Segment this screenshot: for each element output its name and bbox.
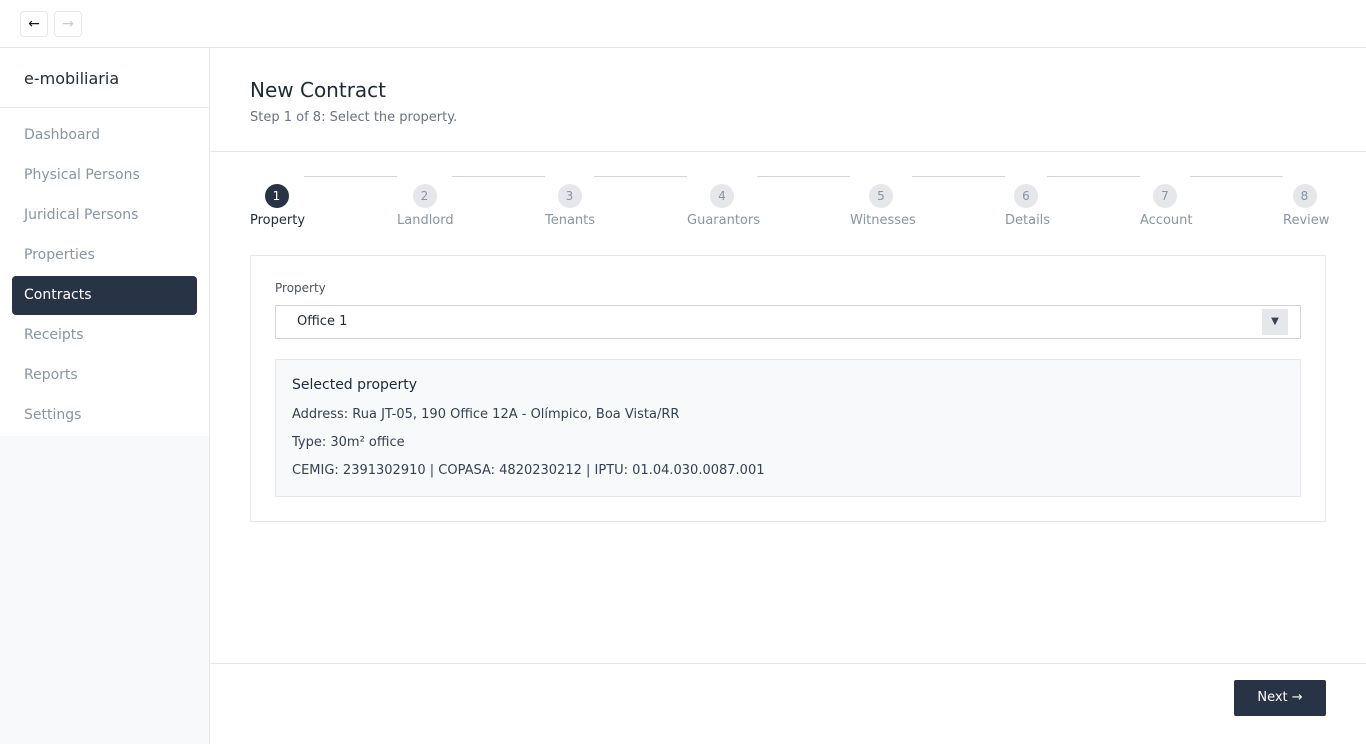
browser-toolbar: ← →: [0, 0, 1366, 48]
step-label: Witnesses: [850, 213, 916, 228]
selected-property-title: Selected property: [292, 377, 418, 393]
step-label: Review: [1283, 213, 1330, 228]
step-connector: [757, 176, 850, 177]
page-header: New Contract Step 1 of 8: Select the pro…: [210, 48, 1366, 152]
property-address: Address: Rua JT-05, 190 Office 12A - Olí…: [292, 407, 680, 422]
step-witnesses[interactable]: 5 Witnesses: [850, 184, 916, 228]
sidebar-item-dashboard[interactable]: Dashboard: [12, 116, 197, 155]
step-label: Property: [250, 213, 306, 228]
step-connector: [594, 176, 687, 177]
sidebar-item-contracts[interactable]: Contracts: [12, 276, 197, 315]
property-field-label: Property: [275, 281, 326, 295]
page-subtitle: Step 1 of 8: Select the property.: [250, 110, 458, 125]
step-number: 5: [869, 184, 893, 208]
app-brand: e-mobiliaria: [24, 69, 120, 88]
step-details[interactable]: 6 Details: [1005, 184, 1051, 228]
back-arrow-icon[interactable]: ←: [20, 11, 48, 37]
sidebar-item-reports[interactable]: Reports: [12, 356, 197, 395]
sidebar-item-settings[interactable]: Settings: [12, 396, 197, 435]
step-account[interactable]: 7 Account: [1140, 184, 1193, 228]
step-review[interactable]: 8 Review: [1283, 184, 1330, 228]
sidebar-item-receipts[interactable]: Receipts: [12, 316, 197, 355]
main-content: New Contract Step 1 of 8: Select the pro…: [210, 48, 1366, 744]
sidebar-item-properties[interactable]: Properties: [12, 236, 197, 275]
selected-property-panel: Selected property Address: Rua JT-05, 19…: [275, 359, 1301, 497]
step-number: 1: [264, 184, 289, 208]
sidebar-menu: Dashboard Physical Persons Juridical Per…: [12, 116, 197, 436]
divider: [0, 107, 209, 108]
property-card: Property Office 1 ▼ Selected property Ad…: [250, 255, 1326, 522]
sidebar-panel: e-mobiliaria Dashboard Physical Persons …: [0, 48, 209, 436]
step-guarantors[interactable]: 4 Guarantors: [687, 184, 760, 228]
sidebar: e-mobiliaria Dashboard Physical Persons …: [0, 48, 210, 744]
step-label: Guarantors: [687, 213, 760, 228]
property-select-value: Office 1: [297, 314, 348, 329]
step-label: Details: [1005, 213, 1051, 228]
wizard-footer: Next →: [210, 663, 1366, 744]
forward-arrow-icon[interactable]: →: [54, 11, 82, 37]
step-number: 7: [1153, 184, 1177, 208]
property-select[interactable]: Office 1 ▼: [275, 305, 1301, 339]
property-type: Type: 30m² office: [292, 435, 405, 450]
step-label: Landlord: [397, 213, 454, 228]
step-label: Account: [1140, 213, 1193, 228]
step-number: 4: [710, 184, 734, 208]
sidebar-item-juridical-persons[interactable]: Juridical Persons: [12, 196, 197, 235]
property-utility-ids: CEMIG: 2391302910 | COPASA: 4820230212 |…: [292, 463, 765, 478]
chevron-down-icon[interactable]: ▼: [1262, 309, 1288, 335]
step-label: Tenants: [545, 213, 596, 228]
sidebar-item-physical-persons[interactable]: Physical Persons: [12, 156, 197, 195]
step-tenants[interactable]: 3 Tenants: [545, 184, 596, 228]
step-landlord[interactable]: 2 Landlord: [397, 184, 454, 228]
step-connector: [1190, 176, 1283, 177]
step-number: 8: [1292, 184, 1317, 208]
next-button[interactable]: Next →: [1234, 680, 1326, 716]
step-number: 6: [1014, 184, 1038, 208]
step-connector: [304, 176, 397, 177]
page-title: New Contract: [250, 78, 387, 102]
step-property[interactable]: 1 Property: [250, 184, 306, 228]
step-connector: [452, 176, 545, 177]
stepper: 1 Property 2 Landlord 3 Tenants 4 Guaran…: [250, 176, 1330, 236]
step-connector: [1047, 176, 1140, 177]
step-connector: [912, 176, 1005, 177]
step-number: 3: [557, 184, 582, 208]
step-number: 2: [412, 184, 437, 208]
